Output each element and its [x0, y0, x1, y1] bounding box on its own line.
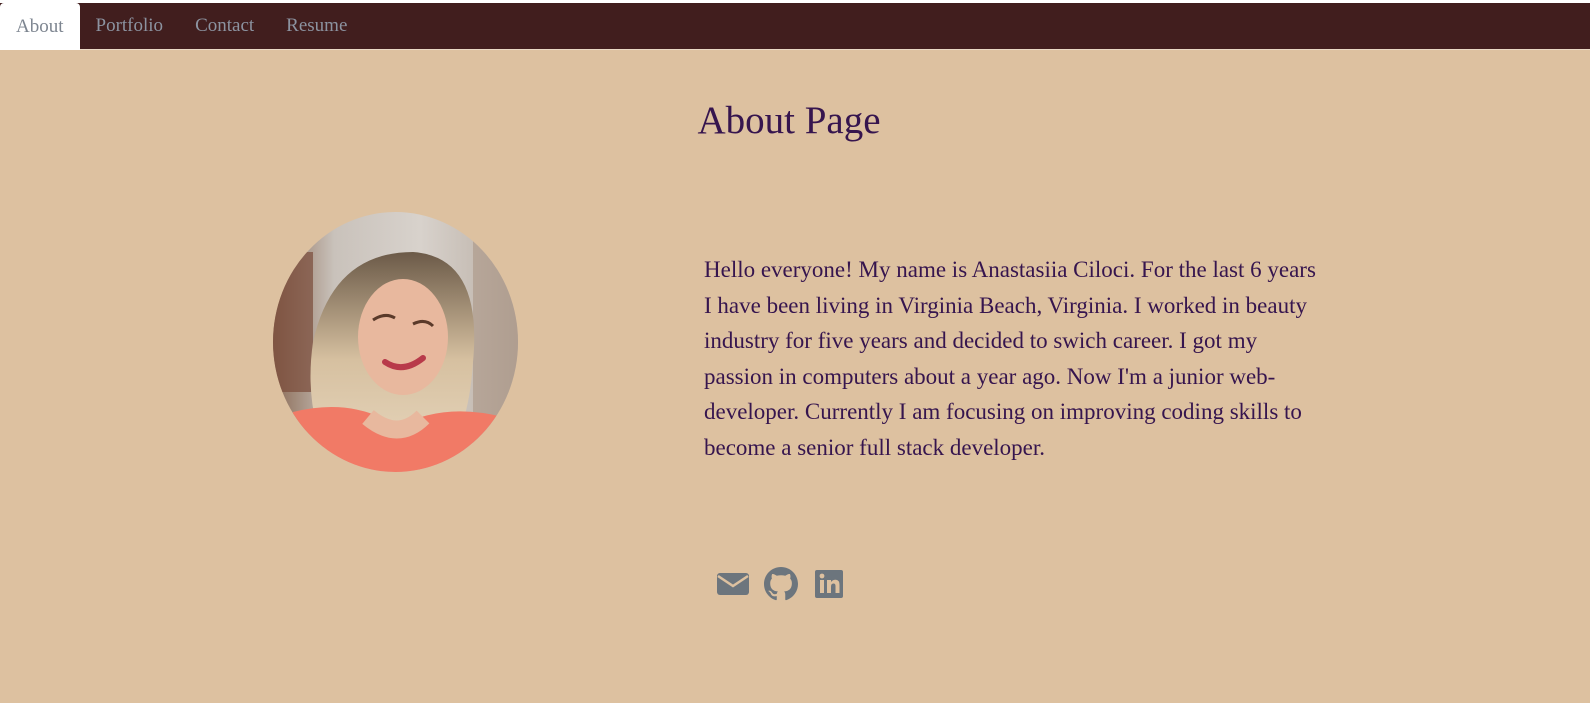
tab-resume[interactable]: Resume — [270, 3, 363, 49]
navbar: About Portfolio Contact Resume — [0, 3, 1590, 50]
social-links — [716, 567, 846, 601]
tab-label: Resume — [286, 15, 348, 36]
tab-portfolio[interactable]: Portfolio — [80, 3, 180, 49]
linkedin-link[interactable] — [812, 567, 846, 601]
avatar — [273, 212, 518, 472]
tab-label: Portfolio — [95, 15, 164, 36]
page-title: About Page — [697, 99, 881, 142]
profile-photo — [273, 212, 518, 472]
tab-contact[interactable]: Contact — [179, 3, 270, 49]
github-link[interactable] — [764, 567, 798, 601]
linkedin-icon — [815, 570, 843, 598]
envelope-icon — [717, 573, 749, 595]
github-icon — [764, 567, 798, 601]
tab-about[interactable]: About — [0, 3, 80, 50]
nav-tabs: About Portfolio Contact Resume — [0, 3, 1590, 50]
email-link[interactable] — [716, 567, 750, 601]
tab-label: About — [16, 15, 64, 37]
bio-text: Hello everyone! My name is Anastasiia Ci… — [704, 257, 1316, 460]
tab-label: Contact — [195, 15, 255, 36]
